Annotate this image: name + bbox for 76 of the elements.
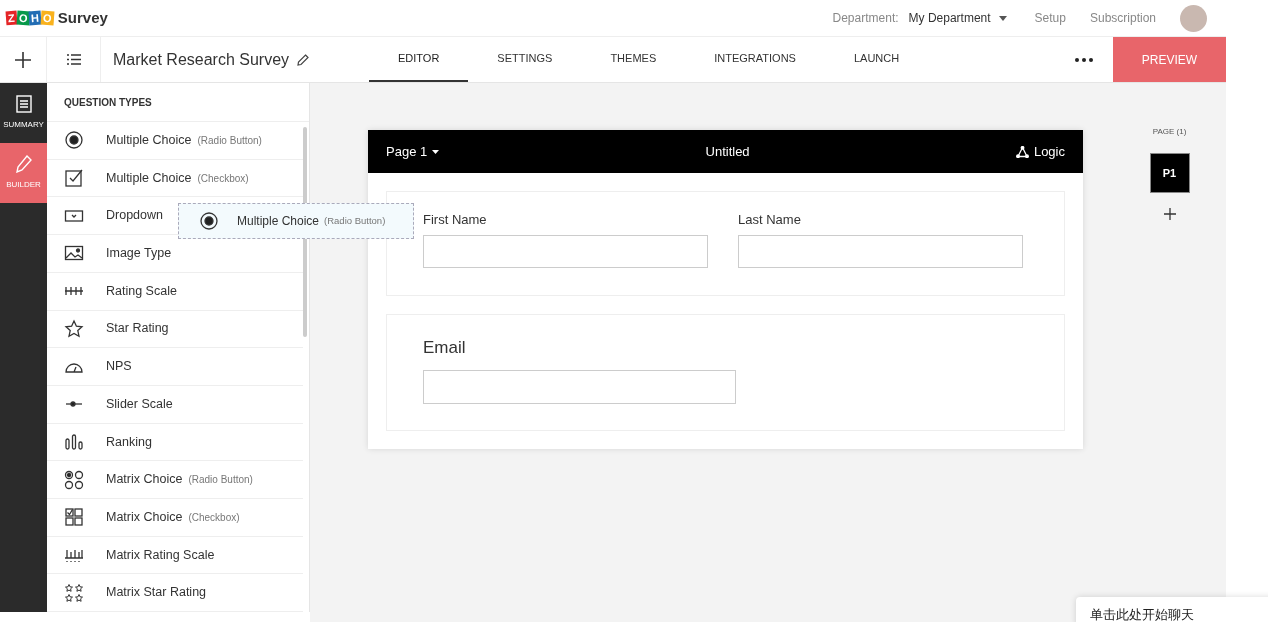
- item-label: Matrix Choice: [106, 508, 183, 526]
- question-type-item[interactable]: Slider Scale: [64, 385, 173, 423]
- department-label: Department:: [832, 10, 899, 27]
- question-type-item[interactable]: Matrix Choice (Radio Button): [64, 461, 253, 498]
- item-label: Star Rating: [106, 320, 169, 338]
- item-note: (Radio Button): [324, 213, 386, 228]
- item-note: (Checkbox): [188, 510, 240, 525]
- nav-link[interactable]: Setup: [1034, 9, 1066, 27]
- item-label: Dropdown: [106, 207, 163, 225]
- item-label: Matrix Choice: [106, 471, 183, 489]
- item-label: Matrix Rating Scale: [106, 546, 215, 564]
- document-icon: [15, 95, 32, 113]
- chat-text: 单击此处开始聊天: [1090, 607, 1194, 622]
- question-type-item[interactable]: Matrix Rating Scale: [64, 536, 215, 574]
- input-field[interactable]: [738, 234, 1023, 268]
- caret-icon: [998, 15, 1007, 21]
- radio-icon: [199, 211, 219, 231]
- matrix-radio-icon: [64, 469, 84, 490]
- logo: ZOHO: [6, 11, 54, 25]
- caret-icon: [432, 149, 440, 154]
- question-type-item[interactable]: Dropdown: [64, 197, 163, 235]
- item-label: NPS: [106, 358, 132, 376]
- panel-heading: QUESTION TYPES: [47, 83, 309, 123]
- nav-link[interactable]: Subscription: [1089, 9, 1156, 27]
- tab[interactable]: THEMES: [581, 37, 686, 82]
- field-label: First Name: [423, 211, 488, 229]
- item-note: (Radio Button): [188, 473, 253, 488]
- department-dropdown[interactable]: My Department: [908, 9, 1007, 27]
- checkbox-icon: [64, 168, 84, 189]
- star-icon: [64, 318, 84, 339]
- page-thumbnail[interactable]: P1: [1149, 153, 1190, 193]
- tab[interactable]: SETTINGS: [468, 37, 582, 82]
- question-type-item[interactable]: Image Type: [64, 235, 172, 272]
- item-label: Multiple Choice: [106, 132, 192, 150]
- survey-title: Market Research Survey: [113, 49, 290, 70]
- pages-heading: PAGE (1): [1152, 126, 1187, 138]
- item-label: Slider Scale: [106, 395, 173, 413]
- question-type-item[interactable]: Multiple Choice (Radio Button): [64, 122, 262, 159]
- field-label: Last Name: [738, 211, 802, 229]
- question-type-item[interactable]: Star Rating: [64, 310, 169, 348]
- item-note: (Radio Button): [197, 133, 262, 148]
- matrix-checkbox-icon: [64, 507, 84, 528]
- item-label: Image Type: [106, 245, 172, 263]
- question-type-item[interactable]: Matrix Star Rating: [64, 574, 207, 611]
- item-label: Multiple Choice: [237, 213, 320, 230]
- field-label: Email: [423, 336, 467, 359]
- rail-item[interactable]: SUMMARY: [0, 83, 47, 143]
- dragged-item[interactable]: Multiple Choice (Radio Button): [178, 203, 414, 239]
- slider-icon: [64, 401, 84, 408]
- chat-popup[interactable]: 单击此处开始聊天: [1076, 597, 1268, 622]
- radio-icon: [64, 130, 84, 151]
- tab[interactable]: LAUNCH: [824, 37, 929, 82]
- question-type-item[interactable]: Multiple Choice (Checkbox): [64, 159, 249, 197]
- item-label: Matrix Star Rating: [106, 584, 207, 602]
- logic-icon: [1015, 145, 1029, 158]
- question-type-item[interactable]: Matrix Choice (Checkbox): [64, 498, 240, 536]
- item-label: Ranking: [106, 433, 152, 451]
- logic-button[interactable]: Logic: [1015, 141, 1065, 162]
- pencil-icon[interactable]: [297, 53, 310, 66]
- question-type-item[interactable]: NPS: [64, 348, 132, 385]
- question-type-item[interactable]: Ranking: [64, 423, 152, 461]
- input-field[interactable]: [423, 234, 708, 268]
- question-type-item[interactable]: Rating Scale: [64, 272, 177, 310]
- page-dropdown[interactable]: Page 1: [386, 141, 440, 162]
- ranking-icon: [64, 431, 84, 452]
- tab[interactable]: INTEGRATIONS: [685, 37, 825, 82]
- page-title: Untitled: [705, 142, 750, 161]
- item-label: Multiple Choice: [106, 169, 192, 187]
- matrix-star-icon: [64, 582, 84, 603]
- input-field[interactable]: [423, 370, 736, 404]
- add-page-icon[interactable]: [1163, 208, 1176, 220]
- product-name: Survey: [57, 7, 108, 28]
- more-icon[interactable]: [1075, 57, 1093, 62]
- item-label: Rating Scale: [106, 282, 177, 300]
- item-note: (Checkbox): [197, 171, 249, 186]
- pencil-icon: [15, 155, 32, 173]
